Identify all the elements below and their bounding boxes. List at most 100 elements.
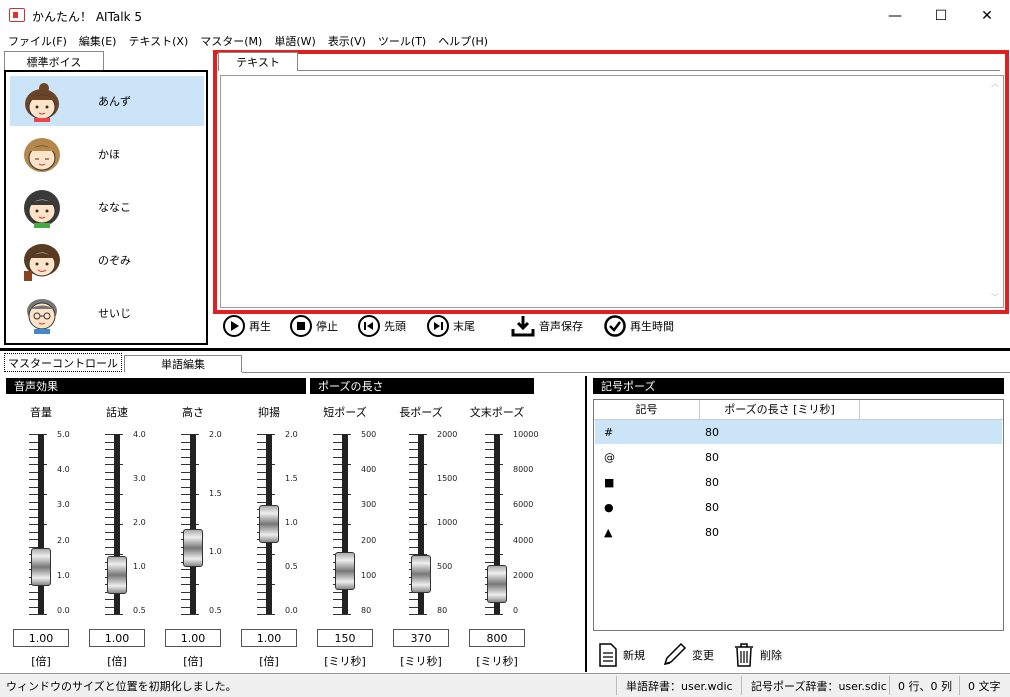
play-button[interactable]: 再生 <box>223 313 271 339</box>
slider-value-input[interactable]: 800 <box>469 629 525 647</box>
slider-label: 短ポーズ <box>323 406 367 419</box>
scroll-down-icon[interactable]: ﹀ <box>991 292 999 303</box>
value-cell: 80 <box>705 425 719 439</box>
voice-item-nozomi[interactable]: のぞみ <box>10 235 204 285</box>
slider-tick-label: 1.0 <box>133 562 146 571</box>
slider-thumb[interactable] <box>31 547 51 586</box>
symbol-cell: ● <box>604 500 614 514</box>
voice-name: あんず <box>98 95 131 108</box>
slider-tick-label: 0.0 <box>57 606 70 615</box>
text-input[interactable] <box>220 75 1004 308</box>
status-bar: ウィンドウのサイズと位置を初期化しました。 単語辞書：user.wdic 記号ポ… <box>0 673 1010 697</box>
go-start-label: 先頭 <box>384 320 406 333</box>
new-symbol-button[interactable]: 新規 <box>597 642 645 668</box>
slider-tick-label: 6000 <box>513 500 534 509</box>
slider-value-input[interactable]: 1.00 <box>13 629 69 647</box>
avatar-kaho <box>24 138 60 172</box>
tab-word-edit[interactable]: 単語編集 <box>124 355 242 372</box>
slider-value-input[interactable]: 1.00 <box>241 629 297 647</box>
menu-word[interactable]: 単語(W) <box>274 33 315 49</box>
minimize-button[interactable]: — <box>872 0 918 31</box>
slider-tick-label: 0.5 <box>133 606 146 615</box>
voice-item-nanako[interactable]: ななこ <box>10 182 204 232</box>
tab-text[interactable]: テキスト <box>218 52 298 71</box>
slider-track[interactable] <box>190 434 196 614</box>
voice-item-kaho[interactable]: かほ <box>10 129 204 179</box>
menu-master[interactable]: マスター(M) <box>200 33 262 49</box>
slider-thumb[interactable] <box>107 556 127 595</box>
status-separator <box>616 676 617 695</box>
slider-unit: [倍] <box>31 655 51 668</box>
table-row[interactable]: ■ 80 <box>595 470 1002 494</box>
menu-file[interactable]: ファイル(F) <box>8 33 67 49</box>
menu-edit[interactable]: 編集(E) <box>79 33 117 49</box>
voice-name: かほ <box>98 148 120 161</box>
status-word-dict: 単語辞書：user.wdic <box>626 679 733 693</box>
pause-header: ポーズの長さ <box>310 378 534 394</box>
menu-help[interactable]: ヘルプ(H) <box>438 33 488 49</box>
voice-item-seiji[interactable]: せいじ <box>10 288 204 338</box>
menu-tools[interactable]: ツール(T) <box>378 33 426 49</box>
table-row[interactable]: # 80 <box>595 420 1002 444</box>
menu-view[interactable]: 表示(V) <box>328 33 366 49</box>
value-cell: 80 <box>705 525 719 539</box>
col-symbol[interactable]: 記号 <box>594 400 700 419</box>
slider-tick-label: 1500 <box>437 474 458 483</box>
tab-master-control[interactable]: マスターコントロール <box>4 353 122 372</box>
save-audio-button[interactable]: 音声保存 <box>511 313 583 339</box>
slider-thumb[interactable] <box>183 529 203 568</box>
slider-value-input[interactable]: 370 <box>393 629 449 647</box>
avatar-seiji <box>27 299 57 334</box>
slider-label: 話速 <box>106 406 128 419</box>
slider-tick-label: 8000 <box>513 465 534 474</box>
trash-icon <box>735 643 753 667</box>
col-pause-length[interactable]: ポーズの長さ [ミリ秒] <box>700 400 860 419</box>
tab-standard-voice[interactable]: 標準ボイス <box>4 51 104 71</box>
slider-thumb[interactable] <box>259 505 279 543</box>
symbol-cell: ▲ <box>604 525 613 539</box>
table-row[interactable]: ▲ 80 <box>595 520 1002 544</box>
slider-thumb[interactable] <box>411 554 431 593</box>
symbol-cell: @ <box>604 450 615 464</box>
slider-value-input[interactable]: 1.00 <box>165 629 221 647</box>
avatar-nanako <box>24 190 60 228</box>
table-row[interactable]: ● 80 <box>595 495 1002 519</box>
menu-text[interactable]: テキスト(X) <box>128 33 188 49</box>
app-icon <box>9 8 25 22</box>
go-end-button[interactable]: 末尾 <box>427 313 475 339</box>
edit-symbol-button[interactable]: 変更 <box>662 642 714 668</box>
slider-tick-label: 2000 <box>437 430 458 439</box>
voice-item-anzu[interactable]: あんず <box>10 76 204 126</box>
close-button[interactable]: ✕ <box>964 0 1010 31</box>
status-message: ウィンドウのサイズと位置を初期化しました。 <box>6 679 237 693</box>
play-time-label: 再生時間 <box>630 320 674 333</box>
text-scrollbar[interactable]: ︿ ﹀ <box>988 76 1003 307</box>
tab-divider <box>298 70 1000 71</box>
symbol-pause-table: 記号 ポーズの長さ [ミリ秒] # 80 @ 80 ■ 80 ● 80 ▲ 80 <box>593 399 1004 631</box>
play-label: 再生 <box>249 320 271 333</box>
slider-thumb[interactable] <box>335 551 355 590</box>
play-time-button[interactable]: 再生時間 <box>603 313 674 339</box>
tab-divider <box>242 372 1010 373</box>
delete-symbol-button[interactable]: 削除 <box>734 642 782 668</box>
slider-label: 音量 <box>30 406 52 419</box>
status-separator <box>959 676 960 695</box>
clock-icon <box>604 315 626 337</box>
slider-thumb[interactable] <box>487 564 507 603</box>
slider-value-input[interactable]: 150 <box>317 629 373 647</box>
maximize-button[interactable]: ☐ <box>918 0 964 31</box>
go-start-button[interactable]: 先頭 <box>358 313 406 339</box>
voice-name: せいじ <box>98 307 131 320</box>
slider-unit: [倍] <box>183 655 203 668</box>
status-separator <box>889 676 890 695</box>
slider-tick-label: 2.0 <box>285 430 298 439</box>
table-row[interactable]: @ 80 <box>595 445 1002 469</box>
slider-track[interactable] <box>38 434 44 614</box>
slider-value-input[interactable]: 1.00 <box>89 629 145 647</box>
voice-list: あんず かほ ななこ のぞみ せいじ <box>4 70 208 345</box>
slider-tick-label: 1.0 <box>209 547 222 556</box>
status-separator <box>741 676 742 695</box>
stop-button[interactable]: 停止 <box>290 313 338 339</box>
scroll-up-icon[interactable]: ︿ <box>991 78 999 89</box>
status-symbol-dict: 記号ポーズ辞書：user.sdic <box>751 679 887 693</box>
